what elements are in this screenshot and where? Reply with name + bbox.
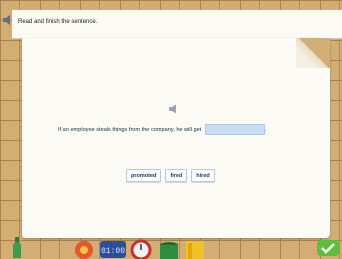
sentence-speaker-icon[interactable] [168,104,180,114]
sentence: If an employee steals things from the co… [58,124,266,135]
option-hired[interactable]: hired [191,169,215,182]
option-fired[interactable]: fired [165,169,188,182]
option-promoted[interactable]: promoted [126,169,162,182]
instruction-bar: Read and finish the sentence. [12,10,342,39]
worksheet-paper: If an employee steals things from the co… [22,38,330,238]
paper-curl [296,38,330,68]
check-icon[interactable] [316,238,340,258]
clock-icon[interactable]: 01:00 [100,240,126,259]
paint-can-icon[interactable] [158,240,180,259]
instruction-text: Read and finish the sentence. [18,19,98,25]
book-icon[interactable] [184,239,206,259]
dial-icon[interactable] [130,239,152,259]
sentence-end: . [264,126,267,133]
bottom-toolbar: 01:00 [0,237,342,259]
answer-options: promoted fired hired [126,169,215,182]
clock-time: 01:00 [101,247,125,256]
sentence-text: If an employee steals things from the co… [58,126,202,133]
answer-blank[interactable] [204,124,265,135]
bottle-icon[interactable] [10,237,24,259]
speaker-icon[interactable] [2,14,14,26]
flower-icon[interactable] [74,240,94,259]
